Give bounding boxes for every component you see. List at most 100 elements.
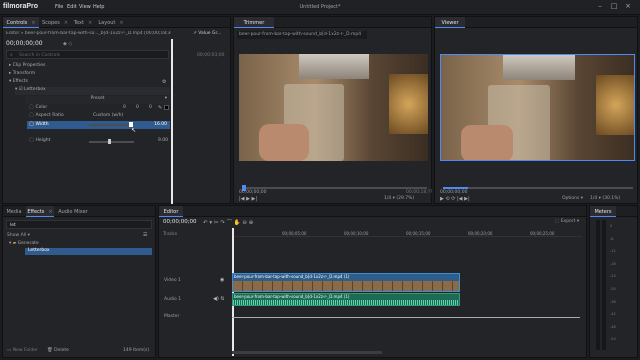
new-folder-button[interactable]: ▭ New Folder — [7, 348, 38, 353]
tab-text[interactable]: Text × — [71, 17, 95, 28]
delete-button[interactable]: 🗑 Delete — [47, 348, 69, 353]
trimmer-time-start: 00;00;00;00 — [239, 190, 267, 195]
color-swatch[interactable] — [164, 105, 169, 110]
controls-timecode-end: 00;00;03;00 — [197, 53, 225, 58]
tab-editor[interactable]: Editor — [159, 206, 183, 217]
value-graphs-button[interactable]: ↗ Value Gr... — [193, 31, 221, 36]
item-count: 149 Item(s) — [123, 348, 150, 353]
effects-search-input[interactable]: let — [6, 220, 152, 229]
effect-letterbox[interactable]: ▾ ☑ Letterbox — [15, 87, 170, 95]
prop-width-row[interactable]: ◯ Width 16.00 — [27, 121, 170, 129]
playhead-line[interactable] — [171, 39, 173, 204]
height-slider-handle[interactable] — [108, 139, 111, 144]
eyedropper-icon[interactable]: ✎ — [158, 105, 162, 111]
color-b[interactable]: 0 — [149, 105, 152, 110]
keyframe-icons[interactable]: ◆ ◇ — [63, 41, 72, 47]
controls-search-input[interactable]: ⌕ Search in Controls — [6, 50, 169, 59]
viewer-beer-tap-image — [503, 55, 575, 80]
effects-search-value: let — [10, 223, 16, 228]
folder-generate[interactable]: ▾ ▰ Generate — [9, 241, 39, 246]
height-value[interactable]: 9.00 — [158, 138, 168, 143]
meter-right — [602, 220, 606, 350]
width-slider[interactable] — [89, 124, 134, 126]
master-volume-line[interactable] — [232, 317, 580, 318]
tab-audio-mixer[interactable]: Audio Mixer — [55, 206, 91, 217]
controls-timecode[interactable]: 00;00;00;00 — [6, 40, 43, 47]
list-view-icon[interactable]: ☰ — [143, 232, 147, 238]
tab-viewer[interactable]: Viewer — [435, 17, 465, 28]
section-effects[interactable]: ▾ Effects — [9, 79, 28, 84]
height-slider[interactable] — [89, 141, 134, 143]
width-value[interactable]: 16.00 — [154, 122, 167, 127]
tab-effects[interactable]: Effects × — [26, 206, 54, 217]
video-clip-thumbnails — [233, 281, 459, 291]
video-clip-label: beer-pour-from-bar-tap-with-sound_b[d-1x… — [234, 274, 350, 279]
viewer-tabbar: Viewer — [435, 17, 637, 28]
search-placeholder: Search in Controls — [19, 53, 61, 58]
aspect-ratio-value[interactable]: Custom (w/h) — [93, 113, 123, 118]
viewer-transport-icons[interactable]: ▶ ⟲ ⟳ |◀ ▶| — [440, 196, 470, 202]
viewer-scrub-progress — [443, 187, 468, 189]
meters-tabbar: Meters — [590, 206, 637, 217]
trimmer-file-select[interactable]: beer-pour-from-bar-tap-with-sound_b[d-1x… — [237, 31, 367, 39]
meters-panel: Meters 0 -6 -12 -18 -24 -30 -36 -42 -48 … — [589, 205, 638, 358]
meter-scale: 0 -6 -12 -18 -24 -30 -36 -42 -48 -54 — [610, 220, 616, 346]
viewer-video-frame[interactable] — [440, 54, 635, 161]
viewer-scrub-bar[interactable] — [443, 187, 633, 189]
controls-panel: Controls × Scopes × Text × Layout × Editor »… — [2, 16, 231, 204]
audio-waveform — [233, 300, 459, 305]
prop-height: ◯ Height — [29, 138, 51, 143]
video-track-label: Video 1 — [164, 278, 181, 283]
editor-tool-icons[interactable]: ↶ ▾ ✂ ↷ ⌒ ✋ ⊖ ⊕ — [203, 218, 253, 226]
timeline-scrollbar[interactable] — [232, 351, 382, 354]
ruler-tick-5: 00;00;25;00 — [530, 231, 555, 236]
audio-track-label: Audio 1 — [164, 297, 182, 302]
trimmer-scrub-bar[interactable] — [242, 187, 427, 189]
trimmer-panel: Trimmer beer-pour-from-bar-tap-with-soun… — [233, 16, 433, 204]
prop-aspect-ratio: ◯ Aspect Ratio — [29, 113, 64, 118]
trimmer-zoom[interactable]: 1/4 ▾ (29.7%) — [384, 196, 414, 201]
maximize-icon[interactable]: □ — [609, 2, 619, 12]
audio-clip-label: beer-pour-from-bar-tap-with-sound_b[d-1x… — [234, 294, 350, 299]
audio-clip[interactable]: beer-pour-from-bar-tap-with-sound_b[d-1x… — [232, 293, 460, 306]
tracks-label: Tracks — [163, 232, 178, 237]
ruler-tick-1: 00;00;05;00 — [282, 231, 307, 236]
minimize-icon[interactable]: – — [595, 2, 605, 12]
viewer-hand-image — [461, 125, 513, 160]
section-transform[interactable]: ▸ Transform — [9, 71, 35, 76]
color-g[interactable]: 0 — [136, 105, 139, 110]
show-all-dropdown[interactable]: Show All ▾ — [7, 233, 30, 238]
meter-scale-8: -48 — [610, 324, 616, 329]
trimmer-transport-icons[interactable]: |◀ ▶ ▶| — [239, 196, 257, 202]
tab-trimmer[interactable]: Trimmer — [234, 17, 274, 28]
color-r[interactable]: 0 — [123, 105, 126, 110]
search-icon: ⌕ — [10, 52, 13, 58]
viewer-time-start: 00;00;00;00 — [440, 190, 468, 195]
eye-icon[interactable]: ◉ — [220, 277, 224, 283]
tab-media[interactable]: Media — [3, 206, 25, 217]
tab-controls[interactable]: Controls × — [3, 17, 39, 28]
timeline-playhead[interactable] — [232, 228, 234, 356]
editor-timecode[interactable]: 00;00;00;00 — [163, 219, 197, 225]
close-icon[interactable]: × — [623, 2, 633, 12]
tab-layout[interactable]: Layout × — [96, 17, 126, 28]
effect-item-letterbox[interactable]: Letterbox — [25, 248, 152, 255]
beer-tap-image — [299, 54, 369, 79]
viewer-options-dropdown[interactable]: Options ▾ — [562, 196, 583, 201]
timeline-ruler[interactable]: 00;00;05;00 00;00;10;00 00;00;15;00 00;0… — [232, 229, 582, 237]
export-button[interactable]: ⬚ Export ▾ — [555, 219, 579, 224]
hand-image — [259, 124, 309, 161]
mouse-cursor-icon: ↖ — [131, 127, 137, 134]
tab-scopes[interactable]: Scopes × — [40, 17, 70, 28]
editor-tabbar: Editor — [159, 206, 586, 217]
preset-dropdown[interactable]: Preset ▾ — [25, 96, 170, 104]
tab-meters[interactable]: Meters — [590, 206, 616, 217]
video-clip[interactable]: beer-pour-from-bar-tap-with-sound_b[d-1x… — [232, 273, 460, 292]
gear-icon[interactable]: ⚙ — [162, 79, 166, 85]
ruler-tick-4: 00;00;20;00 — [468, 231, 493, 236]
section-clip-properties[interactable]: ▸ Clip Properties — [9, 63, 45, 68]
speaker-icon[interactable]: ◀) ⇅ — [213, 296, 225, 302]
editor-panel: Editor 00;00;00;00 ↶ ▾ ✂ ↷ ⌒ ✋ ⊖ ⊕ ⬚ Exp… — [158, 205, 587, 358]
meter-scale-9: -54 — [610, 337, 616, 342]
viewer-zoom[interactable]: 1/4 ▾ (30.1%) — [590, 196, 620, 201]
